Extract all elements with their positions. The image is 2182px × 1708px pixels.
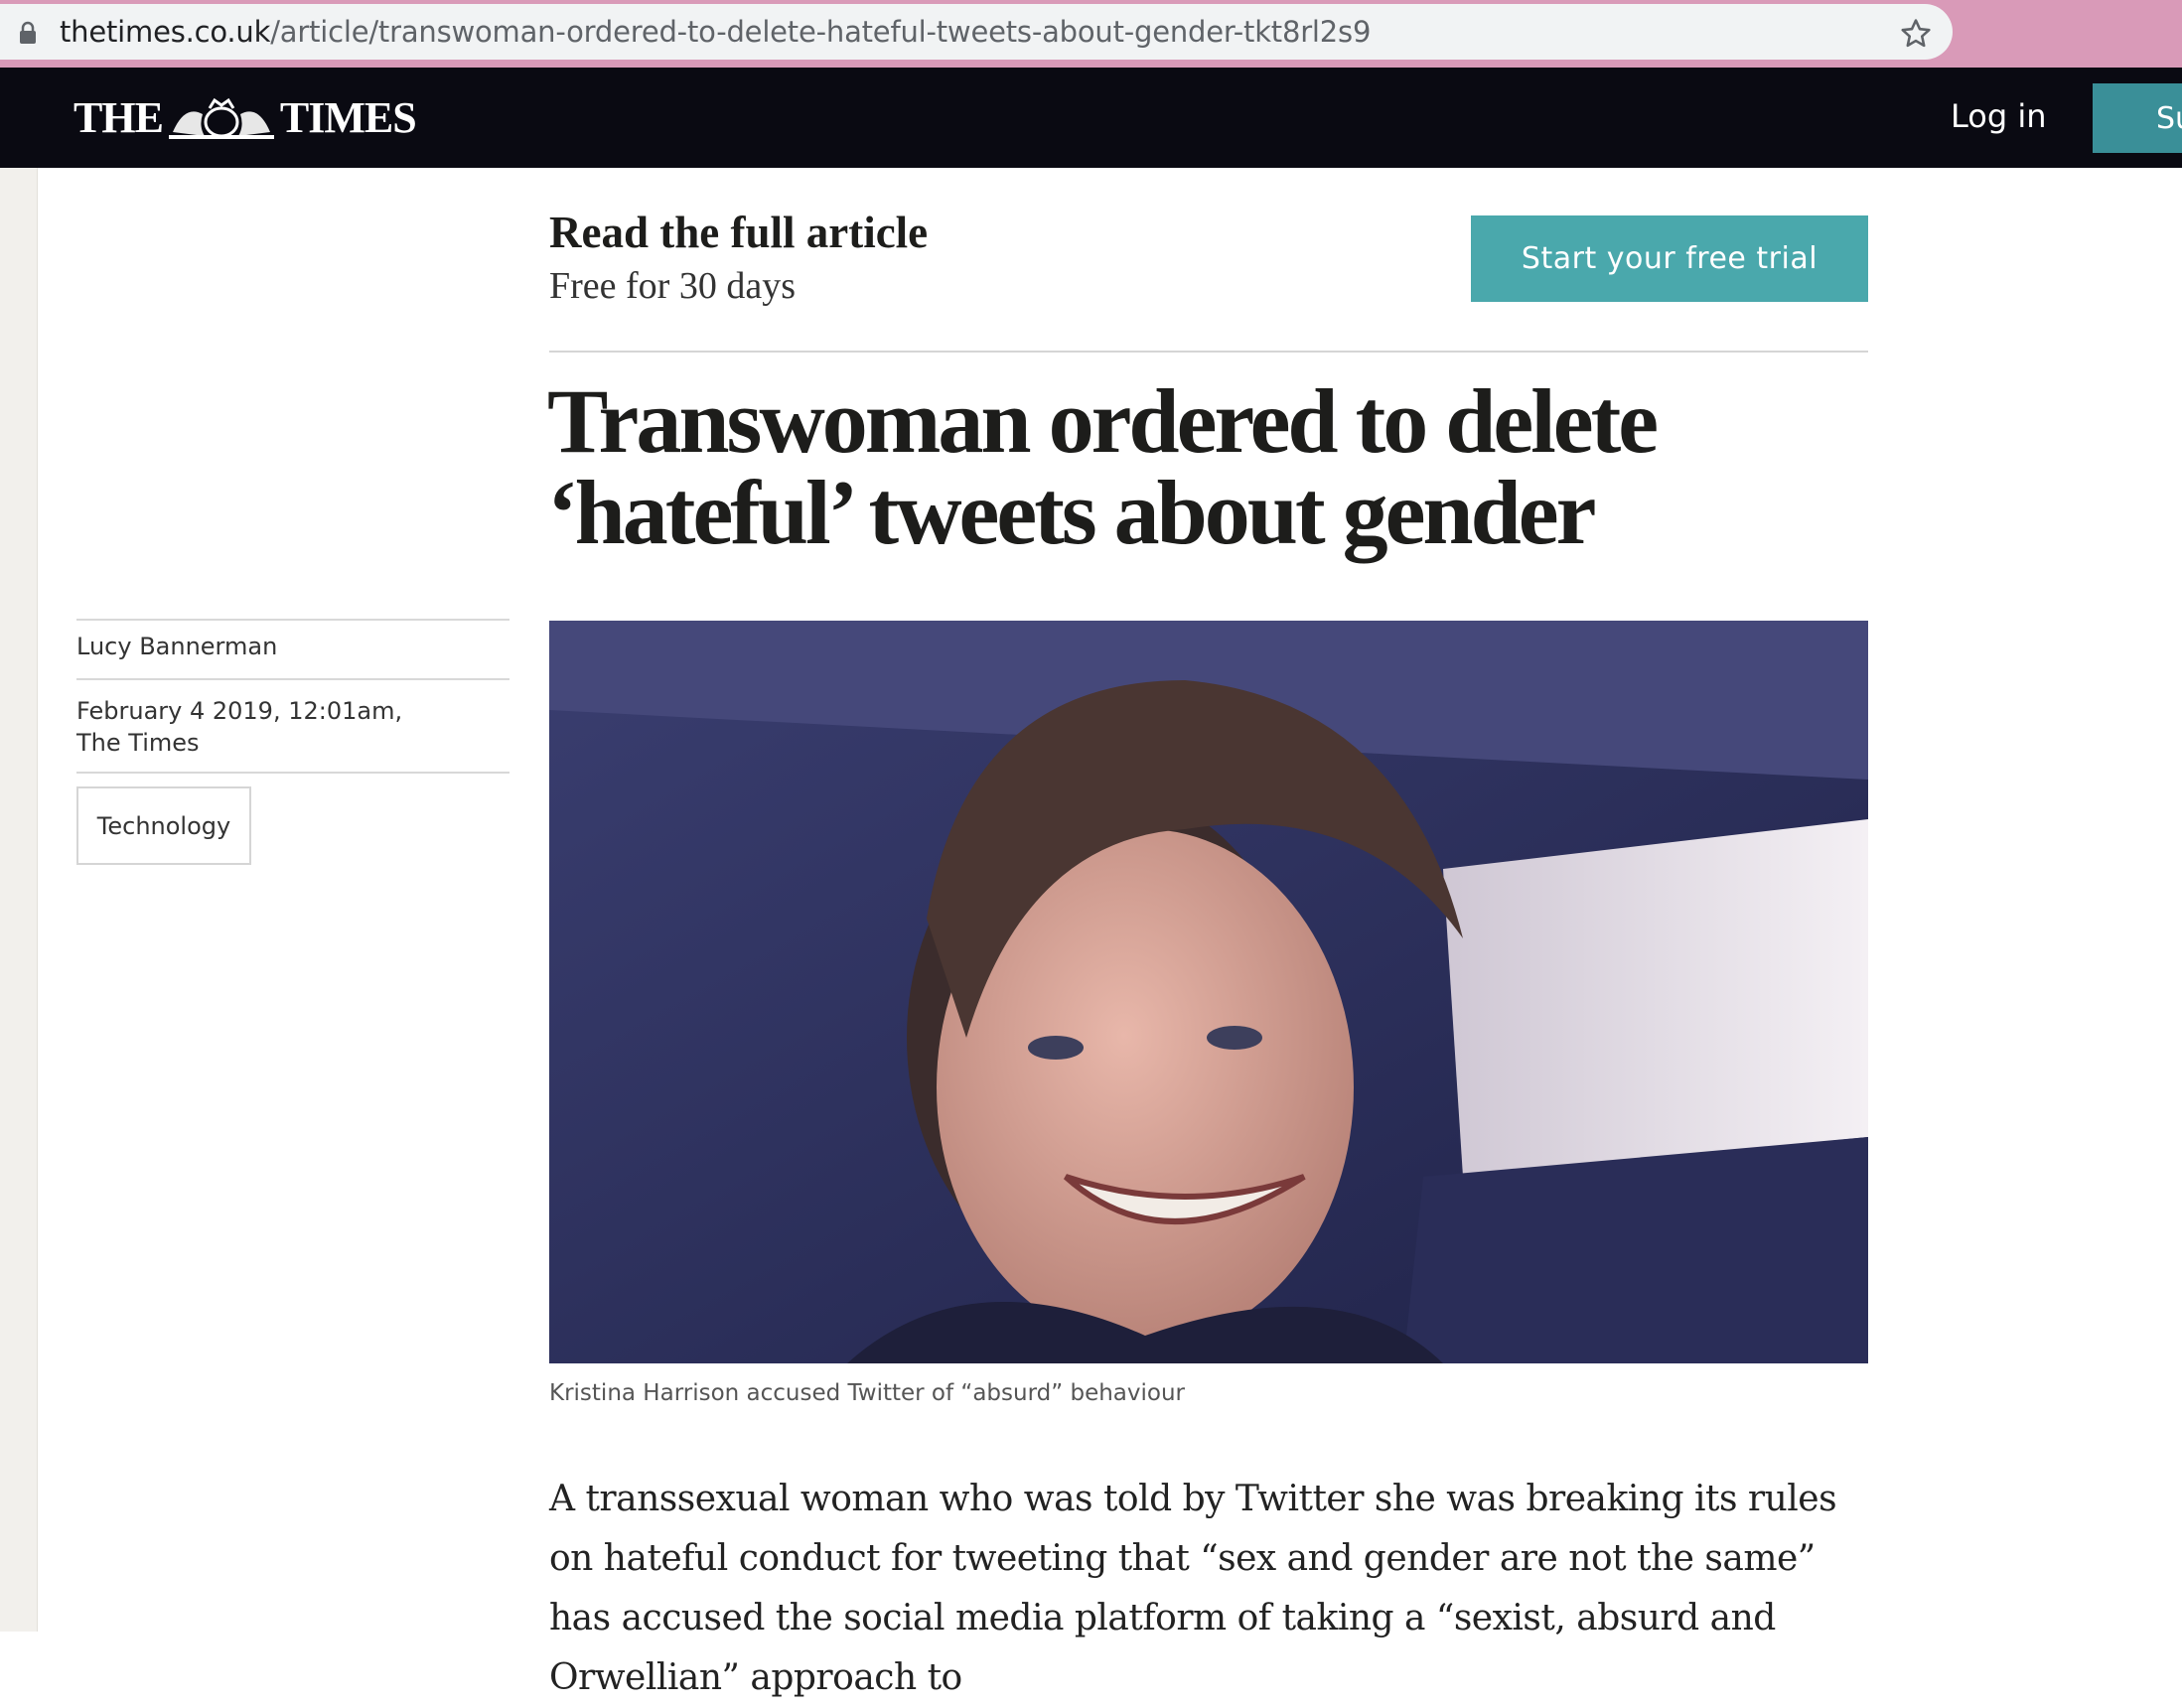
article-publication: The Times — [76, 729, 200, 757]
promo-subtitle: Free for 30 days — [549, 265, 796, 307]
divider — [76, 619, 509, 621]
star-icon[interactable] — [1899, 17, 1933, 51]
lock-icon — [20, 21, 36, 44]
logo-text-times: TIMES — [279, 92, 417, 142]
photo-caption: Kristina Harrison accused Twitter of “ab… — [549, 1380, 1185, 1406]
divider — [76, 678, 509, 680]
url-text[interactable]: thetimes.co.uk/article/transwoman-ordere… — [60, 14, 1371, 50]
browser-toolbar: thetimes.co.uk/article/transwoman-ordere… — [0, 0, 2182, 68]
topic-tag-button[interactable]: Technology — [76, 786, 251, 865]
article-author[interactable]: Lucy Bannerman — [76, 633, 277, 660]
url-domain: thetimes.co.uk — [60, 15, 271, 49]
left-gutter — [0, 168, 38, 1632]
start-free-trial-button[interactable]: Start your free trial — [1471, 215, 1868, 302]
divider — [549, 351, 1868, 353]
site-header: THE TIMES Log in Su — [0, 68, 2182, 168]
times-crest-icon — [168, 97, 274, 139]
article-photo — [549, 621, 1868, 1363]
article-dateline: February 4 2019, 12:01am, The Times — [76, 695, 494, 759]
address-bar[interactable]: thetimes.co.uk/article/transwoman-ordere… — [0, 4, 1953, 60]
article-date: February 4 2019, 12:01am, — [76, 697, 403, 725]
site-logo[interactable]: THE TIMES — [73, 89, 417, 145]
subscribe-button[interactable]: Su — [2093, 83, 2182, 153]
article-headline: Transwoman ordered to delete ‘hateful’ t… — [547, 370, 1659, 563]
url-path: /article/transwoman-ordered-to-delete-ha… — [270, 15, 1372, 49]
login-link[interactable]: Log in — [1951, 97, 2047, 135]
article-body: A transsexual woman who was told by Twit… — [549, 1479, 1837, 1698]
portrait-photo — [549, 621, 1868, 1363]
logo-text-the: THE — [73, 92, 164, 142]
promo-title: Read the full article — [549, 208, 929, 257]
divider — [76, 772, 509, 774]
